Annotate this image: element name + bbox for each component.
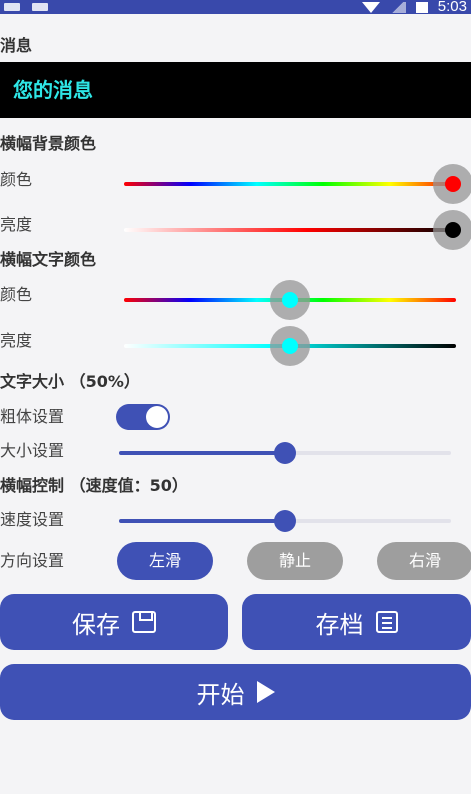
message-section-label: 消息 [0, 36, 33, 55]
start-button-label: 开始 [196, 680, 245, 709]
banner-bg-brightness-label: 亮度 [0, 215, 33, 234]
notification-icon [4, 3, 20, 11]
bold-toggle[interactable] [116, 404, 170, 430]
direction-stop-button[interactable]: 静止 [247, 542, 343, 580]
bold-setting-label: 粗体设置 [0, 407, 65, 426]
banner-text-brightness-slider-thumb[interactable] [270, 326, 310, 366]
save-button-label: 保存 [72, 610, 120, 639]
play-icon [256, 681, 275, 703]
banner-control-section-label: 横幅控制 （速度值：50） [0, 476, 188, 495]
banner-bg-color-label: 颜色 [0, 170, 33, 189]
archive-button[interactable]: 存档 [242, 594, 471, 650]
banner-bg-color-slider-thumb[interactable] [432, 164, 471, 204]
start-button[interactable]: 开始 [0, 664, 471, 720]
direction-setting-label: 方向设置 [0, 551, 65, 570]
banner-bg-brightness-slider-thumb[interactable] [432, 210, 471, 250]
list-icon [375, 611, 398, 633]
direction-right-button[interactable]: 右滑 [377, 542, 471, 580]
banner-text-color-slider-thumb[interactable] [270, 280, 310, 320]
save-icon [132, 611, 156, 633]
banner-bg-brightness-thumb-dot [444, 222, 461, 238]
banner-text-section-label: 横幅文字颜色 [0, 250, 97, 269]
text-size-section-label: 文字大小 （50%） [0, 372, 140, 391]
message-text: 您的消息 [13, 78, 93, 102]
save-button[interactable]: 保存 [0, 594, 228, 650]
banner-text-brightness-thumb-dot [282, 338, 298, 354]
archive-button-label: 存档 [315, 610, 364, 639]
direction-left-button[interactable]: 左滑 [117, 542, 213, 580]
message-preview[interactable]: 您的消息 [0, 62, 471, 118]
notification-icons [4, 0, 48, 14]
signal-icon [389, 1, 406, 13]
status-time: 5:03 [437, 0, 467, 15]
banner-bg-color-slider[interactable] [124, 182, 456, 186]
banner-text-brightness-label: 亮度 [0, 331, 33, 350]
battery-icon [415, 1, 428, 13]
status-bar: 5:03 [0, 0, 471, 14]
banner-text-color-label: 颜色 [0, 285, 33, 304]
status-icons: 5:03 [361, 0, 467, 15]
banner-bg-section-label: 横幅背景颜色 [0, 134, 97, 153]
speed-setting-label: 速度设置 [0, 510, 65, 529]
size-setting-label: 大小设置 [0, 441, 65, 460]
speed-slider-thumb[interactable] [274, 510, 296, 532]
banner-text-color-thumb-dot [282, 292, 298, 308]
size-slider-fill [119, 451, 285, 455]
size-slider-thumb[interactable] [274, 442, 296, 464]
banner-bg-brightness-slider[interactable] [124, 228, 456, 232]
banner-bg-color-thumb-dot [444, 176, 461, 192]
bold-toggle-knob [146, 406, 168, 428]
notification-icon [32, 3, 48, 11]
wifi-icon [361, 1, 380, 13]
speed-slider-fill [119, 519, 285, 523]
